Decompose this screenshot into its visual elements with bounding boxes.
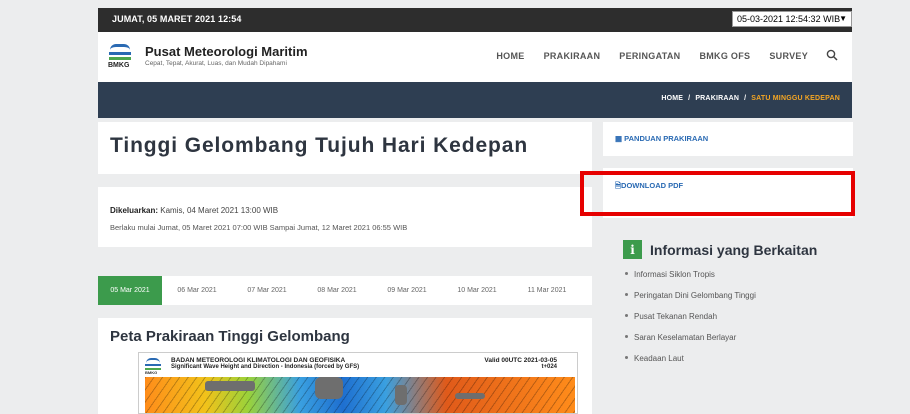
guide-link[interactable]: ▦ PANDUAN PRAKIRAAN (615, 134, 708, 143)
bmkg-map-logo: BMKG (145, 357, 161, 375)
related-info-title: Informasi yang Berkaitan (650, 241, 818, 258)
map-valid: Valid 00UTC 2021-03-05 (484, 357, 557, 364)
time-select-value: 05-03-2021 12:54:32 WIB (737, 14, 841, 24)
nav-home[interactable]: HOME (496, 51, 524, 66)
tab-11-mar[interactable]: 11 Mar 2021 (512, 276, 582, 305)
tab-09-mar[interactable]: 09 Mar 2021 (372, 276, 442, 305)
date-tabs: 05 Mar 2021 06 Mar 2021 07 Mar 2021 08 M… (98, 276, 592, 305)
map-heading: Peta Prakiraan Tinggi Gelombang (110, 328, 350, 345)
breadcrumb-home[interactable]: HOME (661, 95, 683, 102)
top-bar: JUMAT, 05 MARET 2021 12:54 05-03-2021 12… (98, 8, 852, 32)
issue-info-card: Dikeluarkan: Kamis, 04 Maret 2021 13:00 … (98, 187, 592, 247)
guide-card: ▦ PANDUAN PRAKIRAAN (603, 122, 853, 156)
info-icon: i (623, 240, 642, 259)
highlight-box (580, 171, 855, 216)
list-item[interactable]: Pusat Tekanan Rendah (625, 312, 756, 333)
breadcrumb-bar: HOME / PRAKIRAAN / SATU MINGGU KEDEPAN (98, 82, 852, 118)
issued-line: Dikeluarkan: Kamis, 04 Maret 2021 13:00 … (110, 206, 279, 215)
time-select[interactable]: 05-03-2021 12:54:32 WIB ▼ (732, 11, 852, 27)
related-info-list: Informasi Siklon Tropis Peringatan Dini … (625, 270, 756, 375)
map-image (145, 377, 575, 413)
list-item[interactable]: Peringatan Dini Gelombang Tinggi (625, 291, 756, 312)
map-subtitle: Significant Wave Height and Direction - … (171, 364, 360, 370)
list-item[interactable]: Saran Keselamatan Berlayar (625, 333, 756, 354)
site-header: BMKG Pusat Meteorologi Maritim Cepat, Te… (98, 32, 852, 82)
page-title: Tinggi Gelombang Tujuh Hari Kedepan (110, 134, 529, 157)
list-item[interactable]: Keadaan Laut (625, 354, 756, 375)
search-icon[interactable] (826, 49, 838, 64)
breadcrumb-prakiraan[interactable]: PRAKIRAAN (695, 95, 739, 102)
tab-06-mar[interactable]: 06 Mar 2021 (162, 276, 232, 305)
site-tagline: Cepat, Tepat, Akurat, Luas, dan Mudah Di… (145, 60, 287, 67)
nav-survey[interactable]: SURVEY (769, 51, 808, 66)
valid-period: Berlaku mulai Jumat, 05 Maret 2021 07:00… (110, 223, 408, 232)
chevron-down-icon: ▼ (839, 14, 847, 23)
tab-07-mar[interactable]: 07 Mar 2021 (232, 276, 302, 305)
related-info: i Informasi yang Berkaitan Informasi Sik… (603, 226, 853, 381)
tab-05-mar[interactable]: 05 Mar 2021 (98, 276, 162, 305)
map-card: Peta Prakiraan Tinggi Gelombang BMKG BAD… (98, 318, 592, 414)
main-nav: HOME PRAKIRAAN PERINGATAN BMKG OFS SURVE… (477, 49, 838, 66)
breadcrumb: HOME / PRAKIRAAN / SATU MINGGU KEDEPAN (661, 95, 840, 102)
nav-bmkg-ofs[interactable]: BMKG OFS (699, 51, 750, 66)
current-date: JUMAT, 05 MARET 2021 12:54 (112, 14, 242, 24)
tab-10-mar[interactable]: 10 Mar 2021 (442, 276, 512, 305)
nav-peringatan[interactable]: PERINGATAN (619, 51, 680, 66)
list-item[interactable]: Informasi Siklon Tropis (625, 270, 756, 291)
breadcrumb-current: SATU MINGGU KEDEPAN (751, 95, 840, 102)
map-org: BADAN METEOROLOGI KLIMATOLOGI DAN GEOFIS… (171, 357, 346, 364)
map-step: t+024 (541, 364, 557, 370)
bmkg-logo[interactable]: BMKG (108, 42, 132, 74)
site-title[interactable]: Pusat Meteorologi Maritim (145, 44, 308, 59)
title-card: Tinggi Gelombang Tujuh Hari Kedepan (98, 122, 592, 174)
nav-prakiraan[interactable]: PRAKIRAAN (544, 51, 601, 66)
tab-08-mar[interactable]: 08 Mar 2021 (302, 276, 372, 305)
wave-forecast-map[interactable]: BMKG BADAN METEOROLOGI KLIMATOLOGI DAN G… (138, 352, 578, 414)
